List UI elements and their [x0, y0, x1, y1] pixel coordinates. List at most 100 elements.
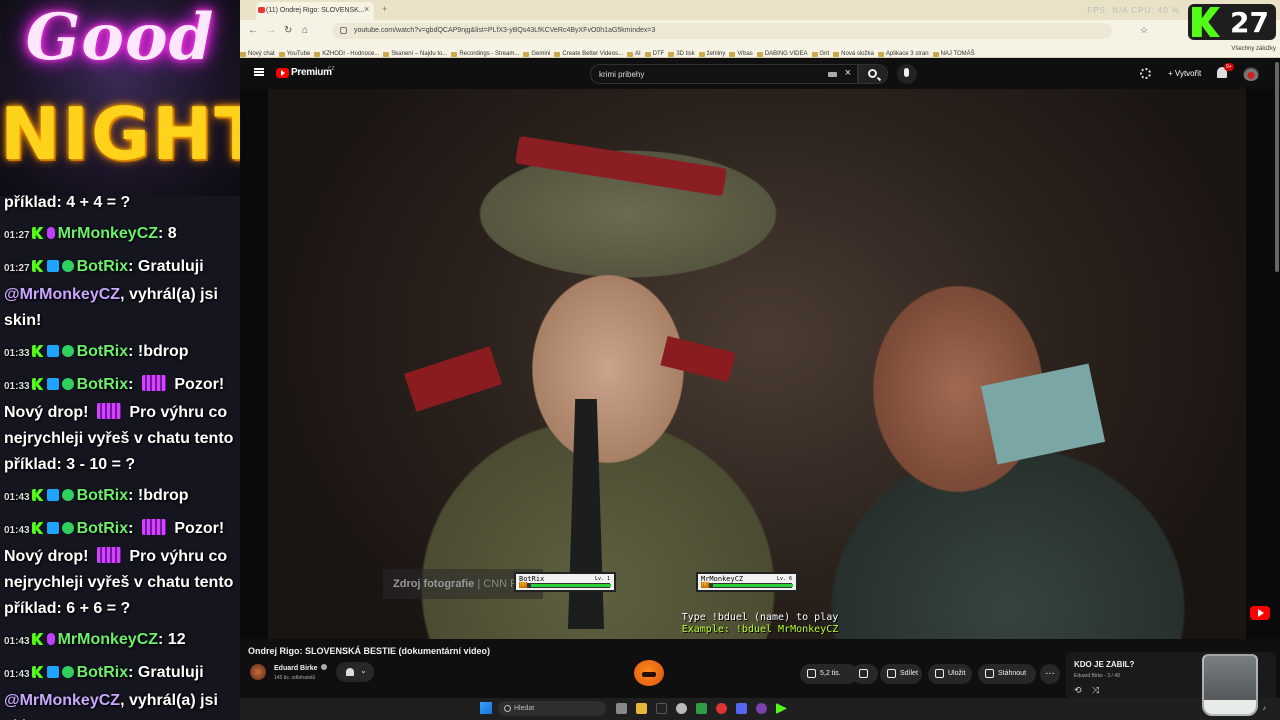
verified-badge-icon — [61, 260, 74, 272]
thumbs-up-icon — [807, 669, 816, 678]
mic-badge-icon — [46, 227, 55, 239]
channel-name[interactable]: Eduard Birke — [274, 664, 327, 672]
tab-title: (11) Ondrej Rigo: SLOVENSK... — [266, 7, 365, 14]
search-button[interactable] — [858, 64, 888, 84]
download-icon — [985, 669, 994, 678]
bookmark-item[interactable]: žehliny — [698, 47, 730, 57]
home-icon[interactable]: ⌂ — [302, 25, 308, 36]
bookmark-item[interactable]: DTF — [644, 47, 669, 57]
bookmark-item[interactable]: YouTube — [278, 47, 315, 57]
bookmark-item[interactable]: KZHODI - Hodnoce... — [314, 47, 383, 57]
xbox-icon[interactable] — [696, 703, 707, 714]
new-tab-button[interactable]: + — [382, 4, 387, 14]
task-view-icon[interactable] — [616, 703, 627, 714]
obs-icon[interactable] — [756, 703, 767, 714]
share-button[interactable]: Sdílet — [880, 664, 922, 684]
account-avatar[interactable] — [1243, 67, 1259, 81]
kick-badge-icon — [31, 489, 44, 501]
chat-username[interactable]: MrMonkeyCZ — [58, 631, 158, 648]
shuffle-icon[interactable]: ⤨ — [1092, 685, 1099, 696]
chat-message: 01:27 MrMonkeyCZ: 8 — [0, 221, 240, 254]
taskbar-search-input[interactable]: Hledat — [498, 701, 606, 716]
bookmark-item[interactable]: Create Better Videos... — [554, 47, 627, 57]
download-button[interactable]: Stáhnout — [978, 664, 1036, 684]
bookmark-item[interactable]: Recordings - Stream... — [451, 47, 523, 57]
tab-youtube[interactable]: (11) Ondrej Rigo: SLOVENSK... — [256, 2, 374, 20]
file-explorer-icon[interactable] — [636, 703, 647, 714]
bookmark-item[interactable]: Vrbas — [729, 47, 756, 57]
forward-arrow-icon[interactable]: → — [266, 25, 276, 36]
tab-close-icon[interactable]: × — [364, 4, 369, 14]
back-arrow-icon[interactable]: ← — [248, 25, 258, 36]
clear-search-icon[interactable]: × — [845, 67, 851, 79]
chat-text: : — [128, 376, 138, 393]
duel-left-level: Lv. 1 — [594, 576, 610, 582]
subscription-bell-button[interactable]: ⌄ — [336, 662, 374, 682]
bookmark-item[interactable]: Nový chat — [240, 47, 279, 57]
chat-username[interactable]: BotRix — [77, 664, 129, 681]
site-info-icon[interactable] — [340, 27, 347, 34]
tiktok-icon[interactable] — [656, 703, 667, 714]
page-scrollbar[interactable] — [1275, 62, 1279, 272]
download-label: Stáhnout — [998, 670, 1027, 677]
chat-username[interactable]: BotRix — [77, 487, 129, 504]
bookmark-item[interactable]: AI — [626, 47, 645, 57]
bookmark-item[interactable]: Skanení – Najdu to... — [383, 47, 451, 57]
bookmark-item[interactable]: Nová složka — [833, 47, 878, 57]
all-bookmarks-button[interactable]: Všechny záložky — [1231, 46, 1276, 52]
voice-search-mic-icon[interactable] — [897, 64, 917, 84]
save-button[interactable]: Uložit — [928, 664, 972, 684]
windows-start-icon[interactable] — [480, 702, 492, 714]
video-player[interactable]: Zdroj fotografie | CNN Prima BotRix Lv. … — [240, 89, 1280, 639]
bookmark-item[interactable]: Grit — [811, 47, 834, 57]
bot-badge-icon — [46, 522, 59, 534]
cast-icon[interactable] — [1140, 68, 1151, 79]
bookmark-item[interactable]: DABING VIDEA — [756, 47, 812, 57]
bookmark-item[interactable]: Aplikace 3 stran — [877, 47, 933, 57]
keyboard-icon[interactable] — [828, 72, 837, 77]
chat-username[interactable]: BotRix — [77, 520, 129, 537]
uniform-collar-right — [660, 335, 736, 383]
create-button[interactable]: + Vytvořit — [1160, 64, 1210, 84]
uniform-collar-left — [404, 346, 502, 412]
menu-hamburger-icon[interactable] — [254, 68, 264, 76]
stats-readout: FPS: N/A CPU: 40 % — [1087, 6, 1180, 15]
more-actions-button[interactable]: … — [1040, 664, 1060, 684]
channel-avatar[interactable] — [250, 664, 266, 680]
save-label: Uložit — [948, 670, 966, 677]
chat-username[interactable]: BotRix — [77, 376, 129, 393]
youtube-header: Premium CZ krimi pribehy × + Vytvořit 9+ — [240, 59, 1280, 89]
chat-timestamp: 01:27 — [4, 230, 30, 241]
url-input[interactable]: youtube.com/watch?v=gbdQCAP9njg&list=PLf… — [332, 23, 1112, 39]
verified-check-icon — [320, 664, 327, 670]
duel-instructions: Type !bduel (name) to play Example: !bdu… — [240, 612, 1280, 636]
dislike-button[interactable] — [852, 664, 878, 684]
bookmark-item[interactable]: NAJ TOMÁŠ — [932, 47, 979, 57]
chat-message: příklad: 4 + 4 = ? — [0, 190, 240, 221]
chat-username[interactable]: BotRix — [77, 258, 129, 275]
settings-gear-icon[interactable] — [676, 703, 687, 714]
chat-message: 01:43 MrMonkeyCZ: 12 — [0, 627, 240, 660]
bookmark-item[interactable]: 3D tisk — [668, 47, 698, 57]
mic-badge-icon — [46, 633, 55, 645]
youtube-logo-icon[interactable] — [276, 68, 289, 78]
discord-icon[interactable] — [736, 703, 747, 714]
chat-username[interactable]: BotRix — [77, 343, 129, 360]
kick-badge-icon — [31, 260, 44, 272]
cup-base — [1204, 700, 1256, 714]
shirt-collar — [980, 363, 1106, 465]
loop-icon[interactable]: ⟲ — [1074, 685, 1082, 696]
verified-badge-icon — [61, 489, 74, 501]
chevron-down-icon: ⌄ — [360, 666, 367, 675]
duel-card-left: BotRix Lv. 1 HP — [514, 572, 616, 592]
bookmark-item[interactable]: Gemini — [523, 47, 554, 57]
reload-icon[interactable]: ↻ — [284, 25, 292, 36]
youtube-premium-label[interactable]: Premium — [291, 67, 332, 78]
kick-badge-icon — [31, 345, 44, 357]
search-input[interactable]: krimi pribehy × — [590, 64, 858, 84]
chrome-icon[interactable] — [716, 703, 727, 714]
kick-studio-icon[interactable] — [776, 703, 787, 714]
chat-username[interactable]: MrMonkeyCZ — [58, 225, 158, 242]
like-button[interactable]: 5,2 tis. — [800, 664, 858, 684]
star-icon[interactable]: ☆ — [1140, 25, 1148, 36]
